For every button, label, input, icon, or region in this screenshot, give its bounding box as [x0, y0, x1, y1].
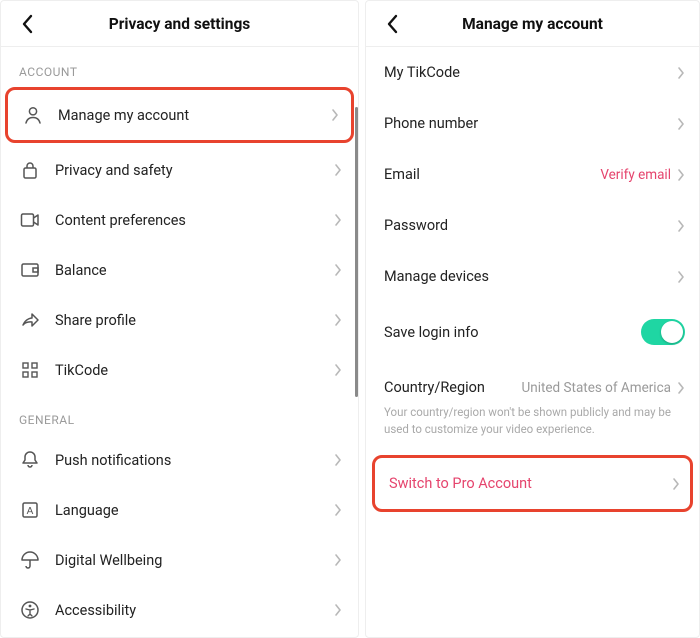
row-manage-devices[interactable]: Manage devices — [366, 251, 699, 302]
row-value: Verify email — [600, 167, 671, 183]
row-label: Save login info — [384, 324, 641, 341]
row-label: Phone number — [384, 115, 677, 132]
row-push-notifications[interactable]: Push notifications — [1, 435, 358, 485]
language-icon: A — [19, 499, 41, 521]
country-hint: Your country/region won't be shown publi… — [366, 402, 699, 451]
row-content-preferences[interactable]: Content preferences — [1, 195, 358, 245]
row-label: Password — [384, 217, 677, 234]
content-right: My TikCode Phone number Email Verify ema… — [366, 47, 699, 637]
row-label: Switch to Pro Account — [389, 475, 672, 492]
row-accessibility[interactable]: Accessibility — [1, 585, 358, 635]
row-label: My TikCode — [384, 64, 677, 81]
row-password[interactable]: Password — [366, 200, 699, 251]
row-data-saver[interactable]: Data Saver — [1, 635, 358, 637]
row-switch-pro[interactable]: Switch to Pro Account — [372, 455, 693, 512]
row-tikcode[interactable]: TikCode — [1, 345, 358, 395]
row-label: Content preferences — [55, 212, 334, 229]
bell-icon — [19, 449, 41, 471]
umbrella-icon — [19, 549, 41, 571]
header-left: Privacy and settings — [1, 1, 358, 47]
chevron-right-icon — [334, 363, 342, 377]
chevron-right-icon — [672, 477, 680, 491]
chevron-right-icon — [677, 270, 685, 284]
section-header-account: ACCOUNT — [1, 47, 358, 87]
chevron-right-icon — [334, 313, 342, 327]
chevron-right-icon — [331, 108, 339, 122]
chevron-right-icon — [677, 66, 685, 80]
chevron-right-icon — [677, 168, 685, 182]
save-login-toggle[interactable] — [641, 319, 685, 345]
chevron-left-icon — [21, 14, 33, 34]
row-label: Country/Region — [384, 379, 521, 396]
chevron-right-icon — [334, 163, 342, 177]
manage-account-pane: Manage my account My TikCode Phone numbe… — [365, 0, 700, 638]
row-label: Digital Wellbeing — [55, 552, 334, 569]
person-icon — [22, 104, 44, 126]
row-label: Email — [384, 166, 600, 183]
header-right: Manage my account — [366, 1, 699, 47]
back-button-right[interactable] — [372, 1, 412, 47]
content-left: ACCOUNT Manage my account Privacy and sa… — [1, 47, 358, 637]
chevron-right-icon — [334, 503, 342, 517]
row-value: United States of America — [521, 380, 671, 396]
privacy-settings-pane: Privacy and settings ACCOUNT Manage my a… — [0, 0, 359, 638]
row-label: Accessibility — [55, 602, 334, 619]
page-title-left: Privacy and settings — [1, 15, 358, 33]
row-language[interactable]: A Language — [1, 485, 358, 535]
row-manage-account[interactable]: Manage my account — [5, 87, 354, 143]
share-icon — [19, 309, 41, 331]
video-icon — [19, 209, 41, 231]
page-title-right: Manage my account — [366, 15, 699, 33]
chevron-right-icon — [334, 553, 342, 567]
row-label: Privacy and safety — [55, 162, 334, 179]
row-email[interactable]: Email Verify email — [366, 149, 699, 200]
wallet-icon — [19, 259, 41, 281]
row-country-region[interactable]: Country/Region United States of America — [366, 362, 699, 402]
chevron-right-icon — [334, 263, 342, 277]
chevron-right-icon — [334, 603, 342, 617]
row-label: Share profile — [55, 312, 334, 329]
chevron-right-icon — [334, 453, 342, 467]
row-privacy-safety[interactable]: Privacy and safety — [1, 145, 358, 195]
row-label: Balance — [55, 262, 334, 279]
row-label: Push notifications — [55, 452, 334, 469]
chevron-right-icon — [677, 117, 685, 131]
chevron-left-icon — [386, 14, 398, 34]
row-balance[interactable]: Balance — [1, 245, 358, 295]
row-label: TikCode — [55, 362, 334, 379]
svg-text:A: A — [27, 506, 34, 517]
row-save-login-info: Save login info — [366, 302, 699, 362]
row-digital-wellbeing[interactable]: Digital Wellbeing — [1, 535, 358, 585]
scrollbar[interactable] — [355, 107, 358, 397]
row-share-profile[interactable]: Share profile — [1, 295, 358, 345]
row-my-tikcode[interactable]: My TikCode — [366, 47, 699, 98]
row-label: Manage my account — [58, 107, 331, 124]
row-label: Language — [55, 502, 334, 519]
accessibility-icon — [19, 599, 41, 621]
lock-icon — [19, 159, 41, 181]
chevron-right-icon — [334, 213, 342, 227]
section-header-general: GENERAL — [1, 395, 358, 435]
back-button-left[interactable] — [7, 1, 47, 47]
row-label: Manage devices — [384, 268, 677, 285]
chevron-right-icon — [677, 381, 685, 395]
qrcode-icon — [19, 359, 41, 381]
chevron-right-icon — [677, 219, 685, 233]
row-phone-number[interactable]: Phone number — [366, 98, 699, 149]
